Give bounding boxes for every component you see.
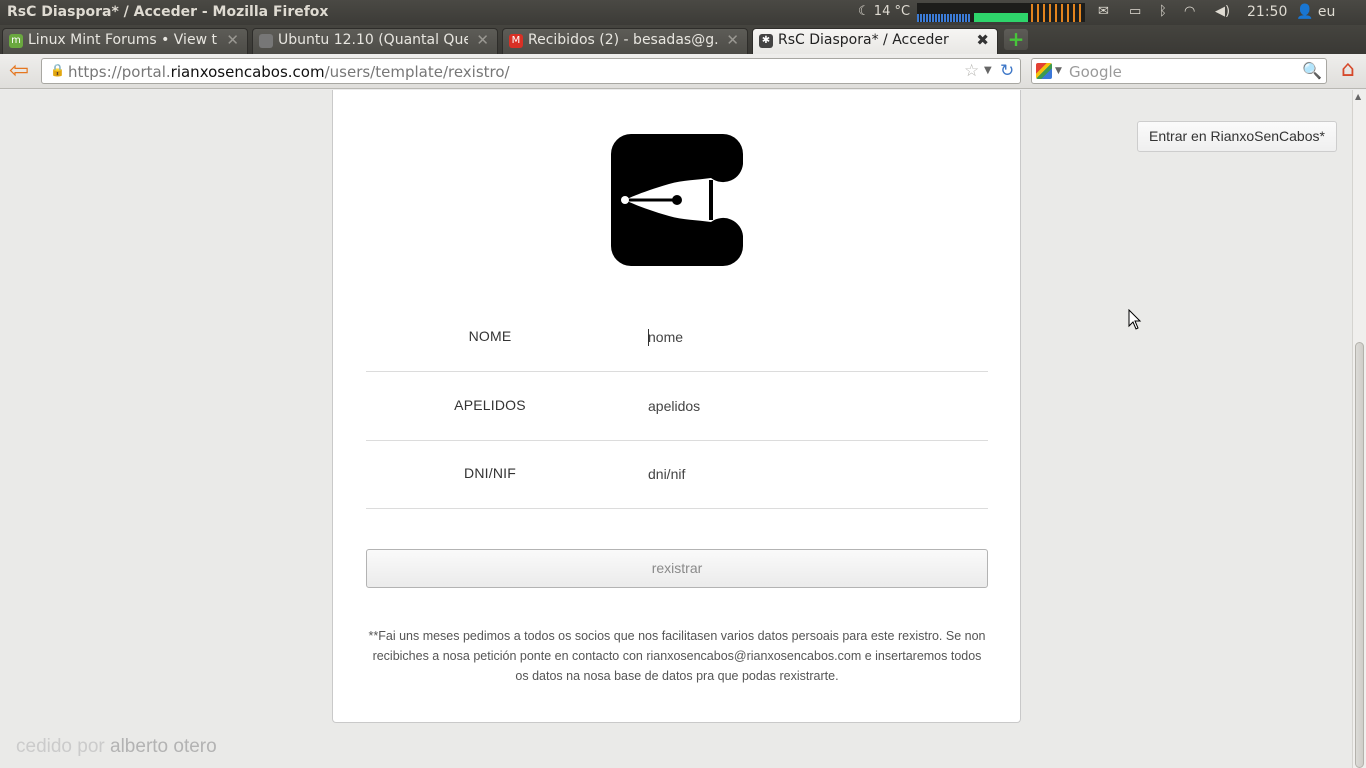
url-path: /users/template/rexistro/ bbox=[324, 63, 510, 81]
history-dropdown-icon[interactable]: ▼ bbox=[984, 65, 992, 76]
tab-label: Linux Mint Forums • View t... bbox=[28, 32, 218, 48]
weather-temp: 14 °C bbox=[873, 4, 911, 19]
register-button[interactable]: rexistrar bbox=[366, 549, 988, 588]
close-tab-icon[interactable]: ✕ bbox=[726, 31, 739, 49]
diaspora-favicon-icon: ✱ bbox=[759, 34, 773, 48]
back-button[interactable]: ⇦ bbox=[6, 56, 32, 84]
close-tab-icon[interactable]: ✕ bbox=[476, 31, 489, 49]
system-monitor-graph[interactable] bbox=[917, 3, 1085, 22]
apelidos-label: APELIDOS bbox=[454, 397, 526, 413]
engine-dropdown-icon[interactable]: ▼ bbox=[1055, 66, 1062, 76]
credit-author-link[interactable]: alberto otero bbox=[110, 736, 217, 757]
bookmark-star-icon[interactable]: ☆ bbox=[964, 61, 979, 81]
field-row-apelidos: APELIDOS bbox=[366, 373, 988, 441]
gmail-favicon-icon: M bbox=[509, 34, 523, 48]
scrollbar-thumb[interactable] bbox=[1355, 342, 1364, 768]
registration-note: **Fai uns meses pedimos a todos os socio… bbox=[368, 629, 986, 683]
mouse-pointer-icon bbox=[1128, 309, 1142, 330]
back-arrow-icon: ⇦ bbox=[8, 56, 30, 84]
nome-label: NOME bbox=[468, 328, 512, 344]
field-row-nome: NOME bbox=[366, 304, 988, 372]
battery-icon[interactable]: ▭ bbox=[1129, 4, 1141, 19]
tab-label: RsC Diaspora* / Acceder bbox=[778, 32, 949, 48]
close-tab-icon[interactable]: ✕ bbox=[226, 31, 239, 49]
tab-gmail[interactable]: M Recibidos (2) - besadas@g... ✕ bbox=[502, 28, 748, 54]
user-name: eu bbox=[1317, 4, 1336, 20]
field-row-dni-nif: DNI/NIF bbox=[366, 441, 988, 509]
tab-rsc-diaspora[interactable]: ✱ RsC Diaspora* / Acceder ✖ bbox=[752, 28, 998, 55]
page-viewport: NOME APELIDOS DNI/NIF rexistrar **Fai un… bbox=[0, 90, 1352, 768]
window-title: RsC Diaspora* / Acceder - Mozilla Firefo… bbox=[7, 4, 329, 20]
tab-strip: m Linux Mint Forums • View t... ✕ Ubuntu… bbox=[0, 25, 1366, 55]
url-text[interactable]: https://portal.rianxosencabos.com/users/… bbox=[68, 63, 510, 81]
registration-card: NOME APELIDOS DNI/NIF rexistrar **Fai un… bbox=[332, 90, 1021, 723]
home-button[interactable]: ⌂ bbox=[1336, 58, 1360, 84]
tab-linux-mint-forums[interactable]: m Linux Mint Forums • View t... ✕ bbox=[2, 28, 248, 54]
lock-icon: 🔒 bbox=[50, 63, 65, 77]
tab-ubuntu[interactable]: Ubuntu 12.10 (Quantal Quet... ✕ bbox=[252, 28, 498, 54]
tab-label: Ubuntu 12.10 (Quantal Quet... bbox=[278, 32, 468, 48]
nome-input[interactable] bbox=[648, 320, 978, 354]
os-top-panel: RsC Diaspora* / Acceder - Mozilla Firefo… bbox=[0, 0, 1366, 25]
user-icon: 👤 bbox=[1296, 4, 1314, 20]
dni-nif-label: DNI/NIF bbox=[464, 465, 516, 481]
search-bar[interactable]: ▼ Google 🔍 bbox=[1031, 58, 1327, 84]
enter-rianxosencabos-button[interactable]: Entrar en RianxoSenCabos* bbox=[1137, 121, 1337, 152]
fountain-pen-logo-icon bbox=[611, 134, 743, 266]
url-domain: rianxosencabos.com bbox=[170, 63, 325, 81]
page-scrollbar[interactable]: ▲ bbox=[1352, 90, 1366, 768]
memory-graph bbox=[974, 13, 1028, 22]
clock[interactable]: 21:50 bbox=[1247, 4, 1287, 20]
credit-prefix: cedido por bbox=[16, 736, 111, 757]
mail-icon[interactable]: ✉ bbox=[1098, 4, 1109, 19]
wifi-icon[interactable]: ◠ bbox=[1184, 4, 1195, 19]
user-menu[interactable]: 👤 eu bbox=[1296, 4, 1335, 20]
tab-label: Recibidos (2) - besadas@g... bbox=[528, 32, 718, 48]
search-placeholder: Google bbox=[1069, 63, 1122, 81]
google-engine-icon[interactable] bbox=[1036, 63, 1052, 79]
ubuntu-favicon-icon bbox=[259, 34, 273, 48]
new-tab-button[interactable]: + bbox=[1004, 29, 1028, 50]
navigation-bar: ⇦ 🔒 https://portal.rianxosencabos.com/us… bbox=[0, 54, 1366, 89]
text-caret bbox=[648, 329, 649, 346]
url-bar[interactable]: 🔒 https://portal.rianxosencabos.com/user… bbox=[41, 58, 1021, 84]
bluetooth-icon[interactable]: ᛒ bbox=[1159, 4, 1167, 19]
url-prefix: https://portal. bbox=[68, 63, 171, 81]
linux-mint-favicon-icon: m bbox=[9, 34, 23, 48]
network-graph bbox=[1031, 4, 1085, 22]
scroll-up-icon[interactable]: ▲ bbox=[1355, 92, 1361, 101]
cpu-graph bbox=[917, 14, 971, 22]
reload-icon[interactable]: ↻ bbox=[1000, 61, 1014, 81]
dni-nif-input[interactable] bbox=[648, 457, 978, 491]
close-tab-icon[interactable]: ✖ bbox=[976, 31, 989, 49]
weather-indicator[interactable]: ☾ 14 °C bbox=[858, 4, 910, 19]
apelidos-input[interactable] bbox=[648, 389, 978, 423]
volume-icon[interactable]: ◀) bbox=[1215, 4, 1230, 19]
search-icon[interactable]: 🔍 bbox=[1302, 61, 1322, 80]
credit-text: cedido por alberto otero bbox=[16, 736, 217, 758]
home-icon: ⌂ bbox=[1341, 57, 1355, 82]
